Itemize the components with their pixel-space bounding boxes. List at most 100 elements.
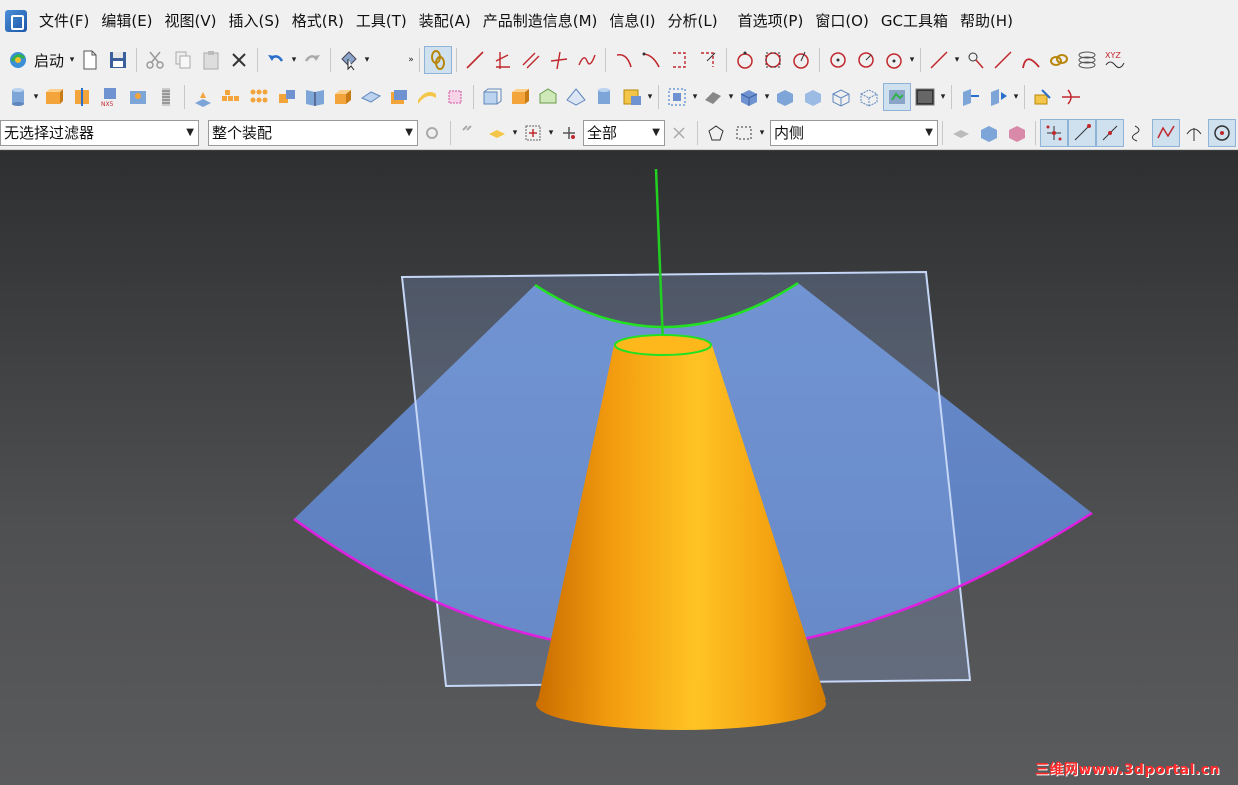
render-style-icon[interactable] [699,83,727,111]
perpendicular-line-icon[interactable] [545,46,573,74]
feature-dropdown-icon[interactable]: ▾ [646,83,654,111]
point-icon[interactable] [961,46,989,74]
box-icon[interactable] [478,83,506,111]
arc-tangent-icon[interactable] [638,46,666,74]
parallel-line-icon[interactable] [517,46,545,74]
line-dropdown-icon[interactable]: ▾ [953,46,961,74]
menu-file[interactable]: 文件(F) [33,7,95,35]
emboss-icon[interactable] [189,83,217,111]
snap-point-icon[interactable] [1040,118,1068,147]
undo-icon[interactable] [262,46,290,74]
paste-icon[interactable] [197,46,225,74]
menu-analysis[interactable]: 分析(L) [662,7,724,35]
render-dropdown-icon[interactable]: ▾ [727,83,735,111]
menu-gc-toolbox[interactable]: GC工具箱 [875,7,954,35]
circle-dropdown-icon[interactable]: ▾ [908,46,916,74]
circle-center-icon[interactable] [787,46,815,74]
circle-three-point-icon[interactable] [759,46,787,74]
pattern-icon[interactable] [217,83,245,111]
spline-icon[interactable] [573,46,601,74]
general-select[interactable]: 全部 ▼ [583,119,665,146]
line-2d-icon[interactable] [989,46,1017,74]
select-body-icon[interactable] [483,119,511,147]
background-icon[interactable] [911,83,939,111]
save-icon[interactable] [104,46,132,74]
circle-point-icon[interactable] [824,46,852,74]
clip-icon[interactable] [984,83,1012,111]
fit-view-icon[interactable] [663,83,691,111]
sweep-icon[interactable] [413,83,441,111]
view-front-icon[interactable] [771,83,799,111]
select-feature-icon[interactable] [455,119,483,147]
rectangle-select-icon[interactable] [730,119,758,147]
section-icon[interactable] [956,83,984,111]
offset-face-icon[interactable] [441,83,469,111]
rectangle-select-dropdown-icon[interactable]: ▾ [758,119,766,147]
mid-point-icon[interactable] [1096,118,1124,147]
helix-icon[interactable] [1073,46,1101,74]
start-dropdown-icon[interactable]: ▾ [68,46,76,74]
view-orient-icon[interactable] [735,83,763,111]
select-dropdown-icon[interactable]: ▾ [363,46,371,74]
menu-tools[interactable]: 工具(T) [350,7,413,35]
select-sheet-icon[interactable] [975,119,1003,147]
studio-icon[interactable] [883,83,911,111]
circle-radius-icon[interactable] [852,46,880,74]
measure-icon[interactable] [1029,83,1057,111]
menu-assembly[interactable]: 装配(A) [413,7,477,35]
section-dropdown-icon[interactable]: ▾ [1012,83,1020,111]
array-icon[interactable] [245,83,273,111]
selection-settings-icon[interactable] [665,119,693,147]
graphics-viewport[interactable]: 三维网www.3dportal.cn [0,151,1238,785]
trim-icon[interactable] [1057,83,1085,111]
copy-icon[interactable] [169,46,197,74]
snap-icon[interactable] [424,46,453,74]
corner-icon[interactable] [694,46,722,74]
menu-insert[interactable]: 插入(S) [223,7,286,35]
select-face-icon[interactable] [519,119,547,147]
undo-dropdown-icon[interactable]: ▾ [290,46,298,74]
scope-select[interactable]: 整个装配 ▼ [208,119,418,146]
wireframe-icon[interactable] [827,83,855,111]
select-component-icon[interactable] [1003,119,1031,147]
view-dropdown-icon[interactable]: ▾ [691,83,699,111]
chain-icon[interactable] [1045,46,1073,74]
cylinder-solid-icon[interactable] [590,83,618,111]
studio-spline-icon[interactable] [1017,46,1045,74]
hidden-line-icon[interactable] [855,83,883,111]
circle-icon[interactable] [731,46,759,74]
arc-center-icon[interactable] [1180,119,1208,147]
filter-settings-icon[interactable] [418,119,446,147]
redo-icon[interactable] [298,46,326,74]
circle-tangent-icon[interactable] [880,46,908,74]
hole-icon[interactable] [124,83,152,111]
menu-edit[interactable]: 编辑(E) [95,7,158,35]
line-point-icon[interactable] [925,46,953,74]
start-label[interactable]: 启动 [34,50,64,71]
menu-window[interactable]: 窗口(O) [809,7,875,35]
background-dropdown-icon[interactable]: ▾ [939,83,947,111]
delete-icon[interactable] [225,46,253,74]
select-solid-icon[interactable] [947,119,975,147]
combine-icon[interactable] [273,83,301,111]
arc-icon[interactable] [610,46,638,74]
line-icon[interactable] [461,46,489,74]
extrude-icon[interactable] [40,83,68,111]
cone-top-face[interactable] [614,334,712,356]
end-point-icon[interactable] [1068,118,1096,147]
menu-format[interactable]: 格式(R) [286,7,350,35]
select-icon[interactable] [335,46,363,74]
inside-outside-select[interactable]: 内侧 ▼ [770,119,938,146]
fillet-icon[interactable] [666,46,694,74]
menu-help[interactable]: 帮助(H) [954,7,1019,35]
menu-view[interactable]: 视图(V) [159,7,223,35]
revolve-icon[interactable] [68,83,96,111]
cylinder-dropdown-icon[interactable]: ▾ [32,83,40,111]
select-face-dropdown-icon[interactable]: ▾ [547,119,555,147]
block-icon[interactable] [329,83,357,111]
nx5-icon[interactable]: NX5 [96,83,124,111]
thread-icon[interactable] [152,83,180,111]
plate-icon[interactable] [357,83,385,111]
cylinder-icon[interactable] [4,83,32,111]
view-top-icon[interactable] [799,83,827,111]
